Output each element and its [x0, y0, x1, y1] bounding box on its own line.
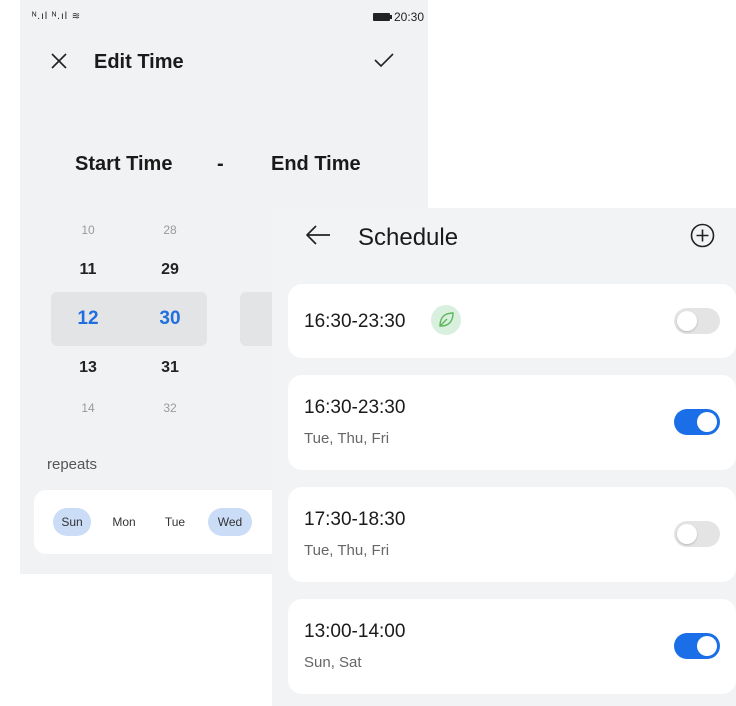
- schedule-toggle[interactable]: [674, 409, 720, 435]
- schedule-item-time: 16:30-23:30: [304, 397, 406, 418]
- edit-time-title: Edit Time: [94, 51, 184, 73]
- status-time: 20:30: [394, 10, 425, 24]
- schedule-title: Schedule: [358, 224, 459, 251]
- schedule-item[interactable]: 16:30-23:30 Tue, Thu, Fri: [288, 375, 736, 470]
- schedule-item-time: 16:30-23:30: [304, 311, 406, 332]
- leaf-badge: [431, 305, 461, 335]
- minute-option[interactable]: 31: [150, 359, 190, 377]
- schedule-item-days: Tue, Thu, Fri: [304, 430, 390, 447]
- signal-wifi-icons: ᴺ.ıl ᴺ.ıl ≋: [32, 11, 82, 22]
- close-icon[interactable]: [50, 52, 68, 70]
- hour-option[interactable]: 13: [68, 359, 108, 377]
- hour-option[interactable]: 11: [68, 261, 108, 279]
- schedule-toggle[interactable]: [674, 308, 720, 334]
- schedule-item-time: 17:30-18:30: [304, 509, 406, 530]
- add-icon[interactable]: [690, 223, 715, 248]
- schedule-item-days: Tue, Thu, Fri: [304, 542, 390, 559]
- toggle-knob: [677, 311, 697, 331]
- day-chip-mon[interactable]: Mon: [107, 508, 141, 536]
- day-chip-wed[interactable]: Wed: [208, 508, 252, 536]
- start-time-label[interactable]: Start Time: [75, 153, 172, 176]
- back-arrow-icon[interactable]: [305, 224, 331, 246]
- end-time-label[interactable]: End Time: [271, 153, 361, 176]
- day-chip-tue[interactable]: Tue: [158, 508, 192, 536]
- day-chip-sun[interactable]: Sun: [53, 508, 91, 536]
- schedule-item[interactable]: 17:30-18:30 Tue, Thu, Fri: [288, 487, 736, 582]
- schedule-panel: Schedule 16:30-23:30 16:30-23:30 Tue, Th…: [272, 208, 736, 706]
- minute-option[interactable]: 28: [150, 223, 190, 237]
- hour-option[interactable]: 10: [68, 223, 108, 237]
- leaf-icon: [439, 312, 454, 327]
- selected-hour[interactable]: 12: [68, 308, 108, 330]
- schedule-item[interactable]: 16:30-23:30: [288, 284, 736, 358]
- schedule-toggle[interactable]: [674, 521, 720, 547]
- toggle-knob: [697, 412, 717, 432]
- minute-option[interactable]: 32: [150, 401, 190, 415]
- toggle-knob: [677, 524, 697, 544]
- schedule-item[interactable]: 13:00-14:00 Sun, Sat: [288, 599, 736, 694]
- toggle-knob: [697, 636, 717, 656]
- hour-option[interactable]: 14: [68, 401, 108, 415]
- schedule-item-days: Sun, Sat: [304, 654, 362, 671]
- schedule-toggle[interactable]: [674, 633, 720, 659]
- battery-icon: [373, 13, 392, 21]
- schedule-item-time: 13:00-14:00: [304, 621, 406, 642]
- status-bar: ᴺ.ıl ᴺ.ıl ≋ 20:30: [20, 0, 428, 34]
- repeats-label: repeats: [47, 456, 98, 473]
- minute-option[interactable]: 29: [150, 261, 190, 279]
- time-separator: -: [217, 153, 224, 175]
- check-icon[interactable]: [374, 52, 394, 68]
- selected-minute[interactable]: 30: [150, 308, 190, 330]
